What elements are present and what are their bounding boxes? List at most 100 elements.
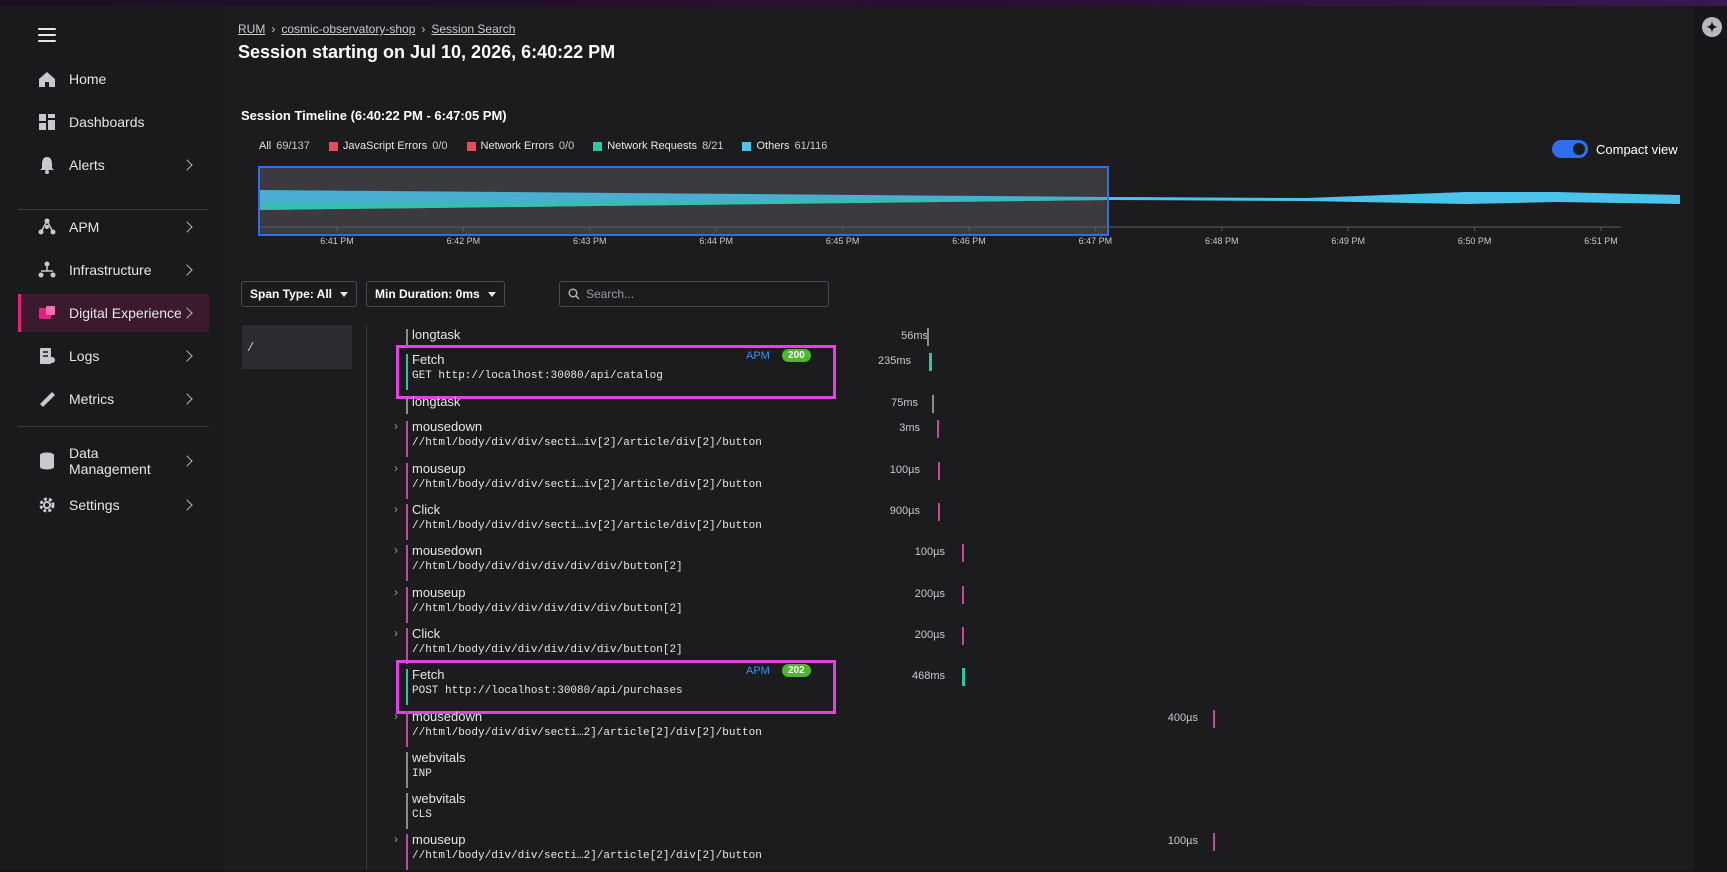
expand-chevron-icon[interactable]: ›: [394, 585, 398, 599]
legend-item-others[interactable]: Others 61/116: [742, 140, 827, 152]
span-detail: //html/body/div/div/secti…2]/article[2]/…: [412, 727, 762, 739]
span-duration-bar: [1213, 833, 1215, 851]
span-type-label: Span Type: All: [250, 287, 333, 301]
span-type-bar: [406, 834, 408, 870]
sidebar-item-data-management[interactable]: Data Management: [18, 442, 209, 480]
span-name: mousedown: [412, 419, 483, 434]
expand-chevron-icon[interactable]: ›: [394, 543, 398, 557]
sidebar-item-label: APM: [69, 219, 100, 235]
span-duration: 100µs: [1167, 835, 1198, 847]
apm-link[interactable]: APM: [746, 665, 770, 677]
timeline-tick-label: 6:42 PM: [447, 236, 481, 246]
timeline-tick-label: 6:47 PM: [1079, 236, 1113, 246]
sidebar-item-apm[interactable]: APM: [18, 208, 209, 246]
search-input[interactable]: [586, 287, 816, 301]
sidebar-item-metrics[interactable]: Metrics: [18, 380, 209, 418]
chevron-right-icon: ›: [421, 22, 426, 36]
chevron-right-icon: ›: [271, 22, 276, 36]
sidebar-item-settings[interactable]: Settings: [18, 486, 209, 524]
breadcrumb-app[interactable]: cosmic-observatory-shop: [281, 22, 415, 36]
sidebar-item-digital-experience[interactable]: Digital Experience: [18, 294, 209, 332]
span-search-box[interactable]: [559, 281, 829, 307]
legend-swatch: [593, 141, 603, 151]
span-duration: 200µs: [914, 629, 945, 641]
sidebar-item-label: Data Management: [69, 445, 151, 477]
session-timeline-chart[interactable]: 6:41 PM 6:42 PM 6:43 PM 6:44 PM 6:45 PM 6:46 …: [256, 164, 1680, 250]
gear-icon: [37, 495, 57, 515]
apm-link[interactable]: APM: [746, 350, 770, 362]
sidebar-item-label: Home: [69, 71, 107, 87]
span-duration: 75ms: [891, 397, 918, 409]
digital-experience-icon: [37, 303, 57, 323]
sidebar-item-label: Digital Experience: [69, 305, 182, 321]
span-duration-bar: [962, 544, 964, 562]
span-type-bar: [406, 504, 408, 540]
sidebar-item-logs[interactable]: Logs: [18, 337, 209, 375]
span-duration: 900µs: [889, 505, 920, 517]
legend-count: 0/0: [432, 140, 448, 152]
sidebar-item-home[interactable]: Home: [18, 60, 209, 98]
span-type-bar: [406, 396, 408, 414]
sidebar-divider: [18, 209, 209, 210]
span-name: webvitals: [412, 750, 466, 765]
expand-chevron-icon[interactable]: ›: [394, 461, 398, 475]
span-name: Click: [412, 502, 441, 517]
filters-bar: Span Type: All Min Duration: 0ms: [241, 281, 514, 307]
legend-label: Network Requests: [607, 140, 698, 152]
span-detail: //html/body/div/div/div/div/div/button[2…: [412, 603, 683, 615]
sidebar-divider: [18, 426, 209, 427]
expand-chevron-icon[interactable]: ›: [394, 502, 398, 516]
span-name: longtask: [412, 327, 461, 342]
legend-count: 8/21: [702, 140, 724, 152]
span-duration: 200µs: [914, 588, 945, 600]
expand-chevron-icon[interactable]: ›: [394, 626, 398, 640]
expand-chevron-icon[interactable]: ›: [394, 709, 398, 723]
timeline-title: Session Timeline (6:40:22 PM - 6:47:05 P…: [241, 108, 507, 123]
ai-assistant-icon[interactable]: ✦: [1702, 17, 1722, 37]
timeline-tick-label: 6:45 PM: [826, 236, 860, 246]
legend-item-all[interactable]: All 69/137: [259, 140, 310, 152]
breadcrumb-session-search[interactable]: Session Search: [431, 22, 515, 36]
span-detail: //html/body/div/div/div/div/div/button[2…: [412, 561, 683, 573]
right-panel-strip: [1694, 6, 1727, 870]
legend-label: JavaScript Errors: [342, 140, 428, 152]
min-duration-dropdown[interactable]: Min Duration: 0ms: [366, 281, 505, 307]
sidebar-item-dashboards[interactable]: Dashboards: [18, 103, 209, 141]
route-path-box[interactable]: /: [242, 325, 352, 369]
compact-view-toggle[interactable]: [1552, 140, 1588, 158]
hamburger-menu-icon[interactable]: [38, 28, 56, 42]
span-duration-bar: [932, 395, 934, 413]
status-badge: 202: [782, 664, 811, 677]
span-duration-bar: [938, 503, 940, 521]
span-type-bar: [406, 752, 408, 788]
legend-item-javascript-errors[interactable]: JavaScript Errors 0/0: [328, 140, 448, 152]
span-detail: //html/body/div/div/secti…iv[2]/article/…: [412, 437, 762, 449]
span-name: mouseup: [412, 585, 466, 600]
legend-item-network-requests[interactable]: Network Requests 8/21: [593, 140, 723, 152]
highlight-box: [396, 660, 836, 714]
breadcrumb-rum[interactable]: RUM: [238, 22, 265, 36]
span-tree-line: [366, 325, 367, 870]
expand-chevron-icon[interactable]: ›: [394, 419, 398, 433]
legend-item-network-errors[interactable]: Network Errors 0/0: [466, 140, 575, 152]
caret-down-icon: [487, 291, 496, 297]
span-type-bar: [406, 421, 408, 457]
sidebar-item-infrastructure[interactable]: Infrastructure: [18, 251, 209, 289]
timeline-tick-label: 6:51 PM: [1584, 236, 1618, 246]
span-name: Click: [412, 626, 441, 641]
span-duration-bar: [927, 328, 929, 346]
timeline-tick-label: 6:46 PM: [952, 236, 986, 246]
legend-count: 61/116: [794, 140, 828, 152]
span-name: mouseup: [412, 832, 466, 847]
expand-chevron-icon[interactable]: ›: [394, 832, 398, 846]
legend-count: 0/0: [558, 140, 575, 152]
span-type-dropdown[interactable]: Span Type: All: [241, 281, 358, 307]
timeline-tick-label: 6:50 PM: [1458, 236, 1492, 246]
logs-icon: [37, 346, 57, 366]
chevron-right-icon: [181, 221, 193, 233]
span-duration: 3ms: [899, 422, 920, 434]
span-name: mouseup: [412, 461, 466, 476]
span-name: webvitals: [412, 791, 466, 806]
sidebar-item-alerts[interactable]: Alerts: [18, 146, 209, 184]
chevron-right-icon: [181, 393, 193, 405]
